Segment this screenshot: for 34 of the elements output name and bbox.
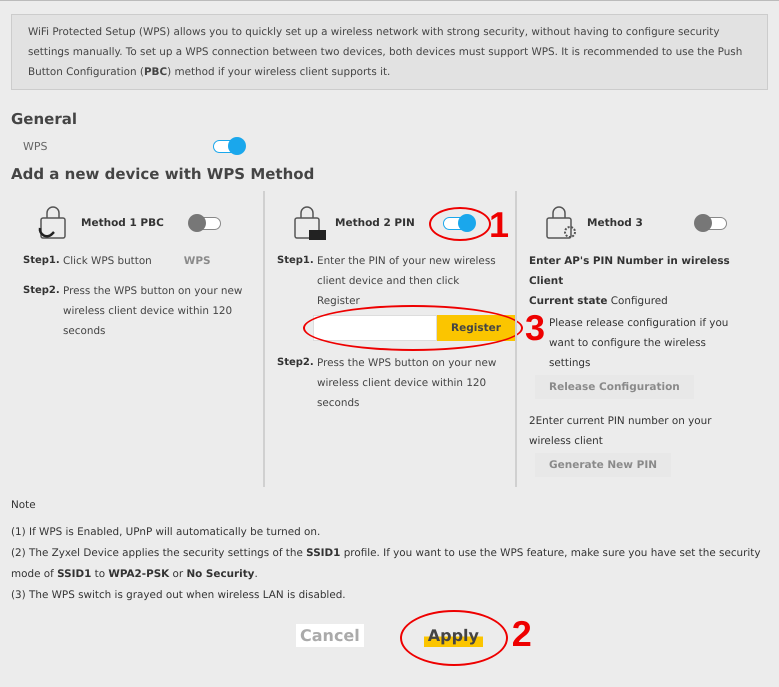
step-text: Enter the PIN of your new wireless client device and then click Register bbox=[317, 254, 497, 309]
toggle-switch[interactable] bbox=[695, 216, 727, 230]
toggle-switch[interactable] bbox=[443, 216, 475, 230]
toggle-switch[interactable] bbox=[189, 216, 221, 230]
note-item: (1) If WPS is Enabled, UPnP will automatically be turned on. bbox=[11, 525, 322, 540]
method-title: Method 2 PIN bbox=[335, 217, 416, 229]
step-text: Press the WPS button on your new wireless client device within 120 seconds bbox=[63, 284, 244, 339]
step-label: Step1. bbox=[277, 254, 315, 268]
step-text: Click WPS button bbox=[63, 254, 152, 269]
callout-number: 1 bbox=[488, 207, 509, 243]
callout-number: 2 bbox=[512, 616, 532, 652]
note-title: Note bbox=[11, 498, 37, 513]
callout-number: 3 bbox=[525, 310, 546, 346]
method-title: Method 1 PBC bbox=[81, 217, 165, 229]
note-item: (2) The Zyxel Device applies the security settings of the SSID1 profile. If you want to use the WPS feature, make sure you have set the security mode of SSID1 to WPA2-PSK or No Security. bbox=[11, 546, 762, 582]
step-label: Step1. bbox=[23, 254, 61, 268]
section-heading: General bbox=[11, 110, 78, 128]
step-label: Step2. bbox=[23, 284, 61, 298]
highlight-ellipse bbox=[429, 206, 491, 240]
toggle-switch[interactable] bbox=[213, 140, 245, 153]
instruction-text: Please release configuration if you want to configure the wireless settings bbox=[549, 316, 730, 371]
note-item: (3) The WPS switch is grayed out when wireless LAN is disabled. bbox=[11, 588, 347, 603]
pin-input-field[interactable] bbox=[313, 315, 437, 341]
wps-label: WPS bbox=[23, 140, 48, 153]
instruction-text: 2Enter current PIN number on your wireless client bbox=[529, 414, 712, 449]
intro-text: WiFi Protected Setup (WPS) allows you to quickly set up a wireless network with strong security, without having to configure security settings manually. To set up a WPS connection between two devices, both devices must support WPS. It is recommended to use the Push Button Configuration (PBC) method if your wireless client supports it. bbox=[11, 14, 768, 90]
method-title: Method 3 bbox=[587, 217, 644, 229]
section-heading: Add a new device with WPS Method bbox=[11, 165, 316, 183]
cancel-button[interactable]: Cancel bbox=[296, 624, 364, 647]
step-label: Step2. bbox=[277, 356, 315, 370]
method-heading: Enter AP's PIN Number in wireless Client bbox=[529, 254, 731, 289]
step-text: Press the WPS button on your new wireless client device within 120 seconds bbox=[317, 356, 498, 411]
current-state: Current state Configured bbox=[529, 294, 669, 309]
register-button[interactable]: Register bbox=[437, 315, 515, 341]
